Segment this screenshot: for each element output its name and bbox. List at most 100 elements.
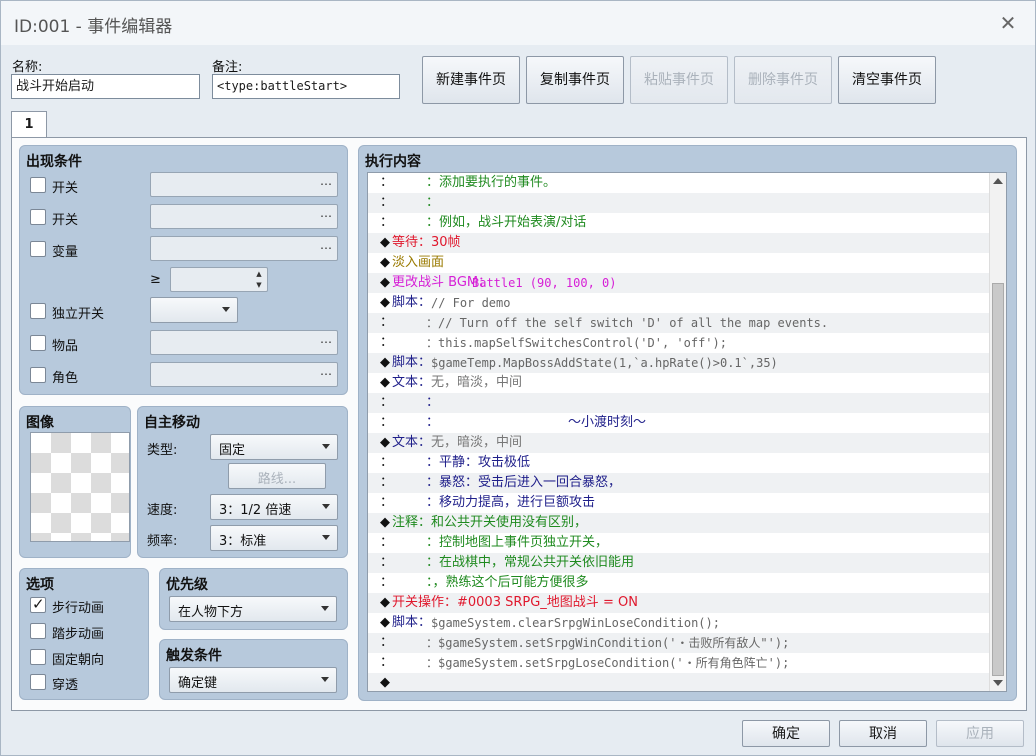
frequency-value: 3：标准 <box>219 534 267 549</box>
command-row[interactable]: ：： <box>368 193 990 213</box>
command-row[interactable]: ◆ 脚本： $gameTemp.MapBossAddState(1,`a.hpRat… <box>368 353 990 373</box>
command-row[interactable]: ◆ 脚本： $gameSystem.clearSrpgWinLoseConditio… <box>368 613 990 633</box>
command-row[interactable]: ◆ 开关操作： #0003 SRPG_地图战斗 = ON <box>368 593 990 613</box>
command-row[interactable]: ： ：暴怒：受击后进入一回合暴怒， <box>368 473 990 493</box>
command-text: ：控制地图上事件页独立开关， <box>426 535 609 550</box>
note-field[interactable]: <type:battleStart> <box>212 74 400 99</box>
type-select[interactable]: 固定 <box>210 434 338 460</box>
self-switch-select[interactable] <box>150 297 238 323</box>
cancel-button[interactable]: 取消 <box>839 720 927 747</box>
command-prefix: ： <box>380 415 394 430</box>
command-row[interactable]: ： ：this.mapSelfSwitchesControl('D', 'off'… <box>368 333 990 353</box>
command-prefix: ： <box>380 175 394 190</box>
image-title: 图像 <box>26 415 54 431</box>
command-row[interactable]: ： ：，熟练这个后可能方便很多 <box>368 573 990 593</box>
command-row[interactable]: ◆ 文本： 无，暗淡，中间 <box>368 433 990 453</box>
diamond-icon: ◆ <box>380 295 390 310</box>
command-text: #0003 SRPG_地图战斗 = ON <box>457 595 638 610</box>
switch2-label: 开关 <box>52 213 79 228</box>
switch1-checkbox[interactable] <box>30 177 46 193</box>
command-text: 30帧 <box>431 235 461 250</box>
chevron-down-icon <box>322 504 330 509</box>
command-row[interactable]: ：： <box>368 393 990 413</box>
scroll-down-icon[interactable] <box>993 680 1003 686</box>
command-row[interactable]: ◆ <box>368 673 990 691</box>
item-field[interactable]: … <box>150 330 338 355</box>
command-row[interactable]: ◆ 等待： 30帧 <box>368 233 990 253</box>
spin-down-icon[interactable]: ▼ <box>253 280 265 291</box>
apply-button[interactable]: 应用 <box>936 720 1024 747</box>
command-text: ：平静：攻击极低 <box>426 455 531 470</box>
trigger-select[interactable]: 确定键 <box>169 667 337 693</box>
actor-field[interactable]: … <box>150 362 338 387</box>
scroll-thumb[interactable] <box>992 283 1004 676</box>
tab-page-1[interactable]: 1 <box>11 111 47 138</box>
direction-fix-checkbox[interactable] <box>30 649 46 665</box>
command-row[interactable]: ◆ 脚本：// For demo <box>368 293 990 313</box>
trigger-group: 触发条件 确定键 <box>159 639 348 700</box>
frequency-label: 频率: <box>147 534 178 549</box>
new-page-button[interactable]: 新建事件页 <box>422 56 520 104</box>
command-text: ：// Turn off the self switch 'D' of all … <box>426 316 829 330</box>
command-prefix: ： <box>380 455 394 470</box>
walking-label: 步行动画 <box>52 601 105 616</box>
command-row[interactable]: ： ：例如，战斗开始表演/对话 <box>368 213 990 233</box>
diamond-icon: ◆ <box>380 255 390 270</box>
direction-fix-label: 固定朝向 <box>52 653 105 668</box>
clear-page-button[interactable]: 清空事件页 <box>838 56 936 104</box>
command-row[interactable]: ： ：$gameSystem.setSrpgWinCondition('・击败所有… <box>368 633 990 653</box>
command-row[interactable]: ： ： ～小渡时刻～ <box>368 413 990 433</box>
command-prefix: ： <box>380 315 394 330</box>
speed-value: 3：1/2 倍速 <box>219 503 292 518</box>
speed-select[interactable]: 3：1/2 倍速 <box>210 494 338 520</box>
command-row[interactable]: ： ：$gameSystem.setSrpgLoseCondition('・所有角… <box>368 653 990 673</box>
variable-checkbox[interactable] <box>30 241 46 257</box>
priority-select[interactable]: 在人物下方 <box>169 596 337 622</box>
close-icon[interactable]: ✕ <box>995 10 1021 36</box>
command-keyword: 注释： <box>392 515 432 530</box>
command-list[interactable]: ◆ ： ：$gameSystem.setSrpgLoseCondition('・所有… <box>367 172 1007 692</box>
note-label: 备注: <box>212 60 243 75</box>
event-image[interactable] <box>30 432 130 542</box>
command-row[interactable]: ： ：平静：攻击极低 <box>368 453 990 473</box>
command-row[interactable]: ◆ 淡入画面 <box>368 253 990 273</box>
delete-page-button[interactable]: 删除事件页 <box>734 56 832 104</box>
switch2-field[interactable]: … <box>150 204 338 229</box>
command-row[interactable]: ： ：// Turn off the self switch 'D' of all… <box>368 313 990 333</box>
command-keyword: 脚本： <box>392 615 432 630</box>
chevron-down-icon <box>222 307 230 312</box>
command-row[interactable]: ： ：在战棋中，常规公共开关依旧能用 <box>368 553 990 573</box>
command-prefix: ： <box>380 335 394 350</box>
command-row[interactable]: ◆ 注释： 和公共开关使用没有区别， <box>368 513 990 533</box>
command-prefix: ： <box>380 655 394 670</box>
frequency-select[interactable]: 3：标准 <box>210 525 338 551</box>
paste-page-button[interactable]: 粘贴事件页 <box>630 56 728 104</box>
command-row[interactable]: ： ：移动力提高，进行巨额攻击 <box>368 493 990 513</box>
item-checkbox[interactable] <box>30 335 46 351</box>
copy-page-button[interactable]: 复制事件页 <box>526 56 624 104</box>
ok-button[interactable]: 确定 <box>742 720 830 747</box>
diamond-icon: ◆ <box>380 375 390 390</box>
route-button[interactable]: 路线... <box>228 463 326 489</box>
vertical-scrollbar[interactable] <box>989 173 1006 691</box>
command-row[interactable]: ： ：添加要执行的事件。 <box>368 173 990 193</box>
command-row[interactable]: ： ：控制地图上事件页独立开关， <box>368 533 990 553</box>
variable-field[interactable]: … <box>150 236 338 261</box>
self-switch-checkbox[interactable] <box>30 303 46 319</box>
trigger-title: 触发条件 <box>166 648 222 664</box>
spin-up-icon[interactable]: ▲ <box>253 269 265 280</box>
priority-title: 优先级 <box>166 577 208 593</box>
through-checkbox[interactable] <box>30 674 46 690</box>
name-field[interactable]: 战斗开始启动 <box>11 74 200 99</box>
switch2-checkbox[interactable] <box>30 209 46 225</box>
stepping-checkbox[interactable] <box>30 623 46 639</box>
walking-checkbox[interactable] <box>30 595 46 613</box>
scroll-up-icon[interactable] <box>993 178 1003 184</box>
variable-value-spinner[interactable]: ▲ ▼ <box>170 267 268 292</box>
switch1-label: 开关 <box>52 181 79 196</box>
command-row[interactable]: ◆ 文本： 无，暗淡，中间 <box>368 373 990 393</box>
actor-checkbox[interactable] <box>30 367 46 383</box>
command-text: ： <box>426 195 440 210</box>
command-row[interactable]: ◆ 更改战斗 BGM： Battle1 (90, 100, 0) <box>368 273 990 293</box>
switch1-field[interactable]: … <box>150 172 338 197</box>
